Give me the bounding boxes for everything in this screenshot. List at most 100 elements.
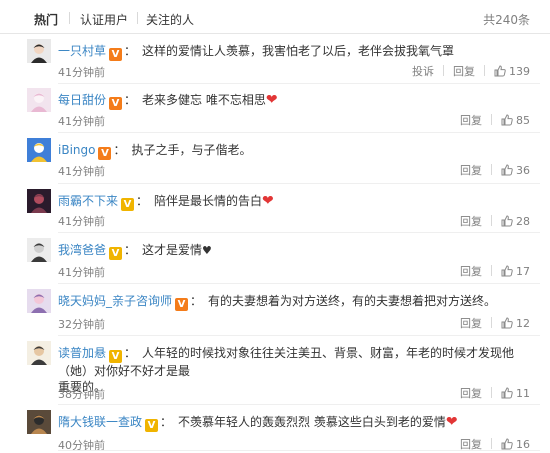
action-divider — [491, 215, 492, 226]
verified-badge-icon: V — [145, 419, 159, 432]
comment-colon: ： — [136, 194, 149, 208]
like-count: 36 — [516, 164, 530, 177]
avatar[interactable] — [27, 289, 51, 313]
comment-username[interactable]: 隋大钱联一查政 — [58, 415, 142, 429]
comment-body: 晓天妈妈_亲子咨询师 V： 有的夫妻想着为对方送终，有的夫妻想着把对方送终。 — [58, 293, 530, 311]
comment-username[interactable]: iBingo — [58, 143, 95, 157]
comment-username[interactable]: 我湾爸爸 — [58, 243, 106, 257]
thumbs-up-icon — [494, 65, 509, 78]
action-divider — [491, 164, 492, 175]
reply-button[interactable]: 回复 — [460, 112, 482, 128]
comment-colon: ： — [124, 243, 137, 257]
like-count: 17 — [516, 265, 530, 278]
comment-actions: 回复 28 — [460, 213, 530, 229]
avatar[interactable] — [27, 410, 51, 434]
verified-badge-icon: V — [109, 48, 123, 61]
comment-body: 隋大钱联一查政 V： 不羡慕年轻人的轰轰烈烈 羡慕这些白头到老的爱情❤ — [58, 414, 530, 432]
thumbs-up-icon — [501, 387, 516, 400]
verified-badge-icon: V — [109, 350, 123, 363]
avatar[interactable] — [27, 189, 51, 213]
comment-actions: 回复 11 — [460, 385, 530, 401]
comment-timestamp: 32分钟前 — [58, 318, 105, 331]
thumbs-up-icon — [501, 265, 516, 278]
like-count: 12 — [516, 317, 530, 330]
comment-username[interactable]: 一只村草 — [58, 44, 106, 58]
reply-button[interactable]: 回复 — [460, 263, 482, 279]
like-button[interactable]: 12 — [501, 317, 530, 330]
comment-timestamp: 41分钟前 — [58, 266, 105, 279]
avatar[interactable] — [27, 39, 51, 63]
comment-item: 晓天妈妈_亲子咨询师 V： 有的夫妻想着为对方送终，有的夫妻想着把对方送终。 32分钟… — [0, 289, 550, 336]
comment-timestamp: 38分钟前 — [58, 388, 105, 401]
like-button[interactable]: 36 — [501, 164, 530, 177]
comment-colon: ： — [113, 143, 126, 157]
heart-icon: ♥ — [202, 244, 212, 257]
action-divider — [491, 317, 492, 328]
comment-body: 每日甜份 V： 老来多健忘 唯不忘相思❤ — [58, 92, 530, 110]
comment-username[interactable]: 晓天妈妈_亲子咨询师 — [58, 294, 172, 308]
comment-text: 有的夫妻想着为对方送终，有的夫妻想着把对方送终。 — [208, 294, 497, 308]
heart-emoji-icon: ❤ — [262, 193, 274, 209]
comment-colon: ： — [124, 93, 137, 107]
action-divider — [443, 65, 444, 76]
reply-button[interactable]: 回复 — [460, 162, 482, 178]
like-count: 11 — [516, 387, 530, 400]
comment-divider — [58, 232, 540, 233]
comment-text: 这样的爱情让人羡慕，我害怕老了以后，老伴会拔我氧气罩 — [142, 44, 455, 58]
comment-divider — [58, 283, 540, 284]
reply-button[interactable]: 回复 — [460, 385, 482, 401]
tab-following[interactable]: 关注的人 — [146, 11, 194, 28]
thumbs-up-icon — [501, 114, 516, 127]
comment-divider — [58, 404, 540, 405]
tab-divider — [137, 12, 138, 24]
comment-divider — [58, 132, 540, 133]
like-button[interactable]: 17 — [501, 265, 530, 278]
comment-tabs: 热门 认证用户 关注的人 共240条 — [0, 0, 550, 34]
avatar[interactable] — [27, 238, 51, 262]
like-button[interactable]: 85 — [501, 114, 530, 127]
comment-item: 隋大钱联一查政 V：不羡慕年轻人的轰轰烈烈 羡慕这些白头到老的爱情❤ 40分钟前 回复… — [0, 410, 550, 452]
like-count: 85 — [516, 114, 530, 127]
like-button[interactable]: 28 — [501, 215, 530, 228]
comment-body: 雨霸不下来 V： 陪伴是最长情的告白❤ — [58, 193, 530, 211]
comment-item: 我湾爸爸 V： 这才是爱情♥ 41分钟前 回复 17 — [0, 238, 550, 284]
comment-body: 一只村草 V： 这样的爱情让人羡慕，我害怕老了以后，老伴会拔我氧气罩 — [58, 43, 530, 61]
like-button[interactable]: 139 — [494, 65, 530, 78]
action-divider — [491, 265, 492, 276]
avatar[interactable] — [27, 138, 51, 162]
report-button[interactable]: 投诉 — [412, 63, 434, 79]
comment-item: 雨霸不下来 V： 陪伴是最长情的告白❤ 41分钟前 回复 28 — [0, 189, 550, 233]
comment-username[interactable]: 每日甜份 — [58, 93, 106, 107]
reply-button[interactable]: 回复 — [460, 213, 482, 229]
comment-username[interactable]: 读普加悬 — [58, 346, 106, 360]
reply-button[interactable]: 回复 — [460, 315, 482, 331]
comment-timestamp: 41分钟前 — [58, 215, 105, 228]
comment-text: 不羡慕年轻人的轰轰烈烈 羡慕这些白头到老的爱情 — [178, 415, 446, 429]
comment-body: 我湾爸爸 V： 这才是爱情♥ — [58, 242, 530, 260]
reply-button[interactable]: 回复 — [453, 63, 475, 79]
tab-hot[interactable]: 热门 — [34, 11, 58, 28]
comment-timestamp: 41分钟前 — [58, 66, 105, 79]
comment-item: 每日甜份 V： 老来多健忘 唯不忘相思❤ 41分钟前 回复 85 — [0, 88, 550, 133]
heart-emoji-icon: ❤ — [265, 92, 278, 108]
like-count: 28 — [516, 215, 530, 228]
comment-text: 执子之手，与子偕老。 — [131, 143, 252, 157]
comment-body: iBingo V： 执子之手，与子偕老。 — [58, 142, 530, 160]
avatar[interactable] — [27, 341, 51, 365]
verified-badge-icon: V — [109, 97, 123, 110]
thumbs-up-icon — [501, 215, 516, 228]
tab-verified-users[interactable]: 认证用户 — [80, 11, 128, 28]
avatar[interactable] — [27, 88, 51, 112]
comment-actions: 回复 17 — [460, 263, 530, 279]
tab-divider — [69, 12, 70, 24]
comment-timestamp: 41分钟前 — [58, 115, 105, 128]
comment-actions: 投诉 回复 139 — [412, 63, 530, 79]
like-button[interactable]: 11 — [501, 387, 530, 400]
comment-colon: ： — [124, 44, 137, 58]
comment-username[interactable]: 雨霸不下来 — [58, 194, 118, 208]
verified-badge-icon: V — [98, 147, 112, 160]
comment-divider — [58, 183, 540, 184]
comment-colon: ： — [124, 346, 137, 360]
comment-colon: ： — [190, 294, 203, 308]
action-divider — [491, 438, 492, 449]
